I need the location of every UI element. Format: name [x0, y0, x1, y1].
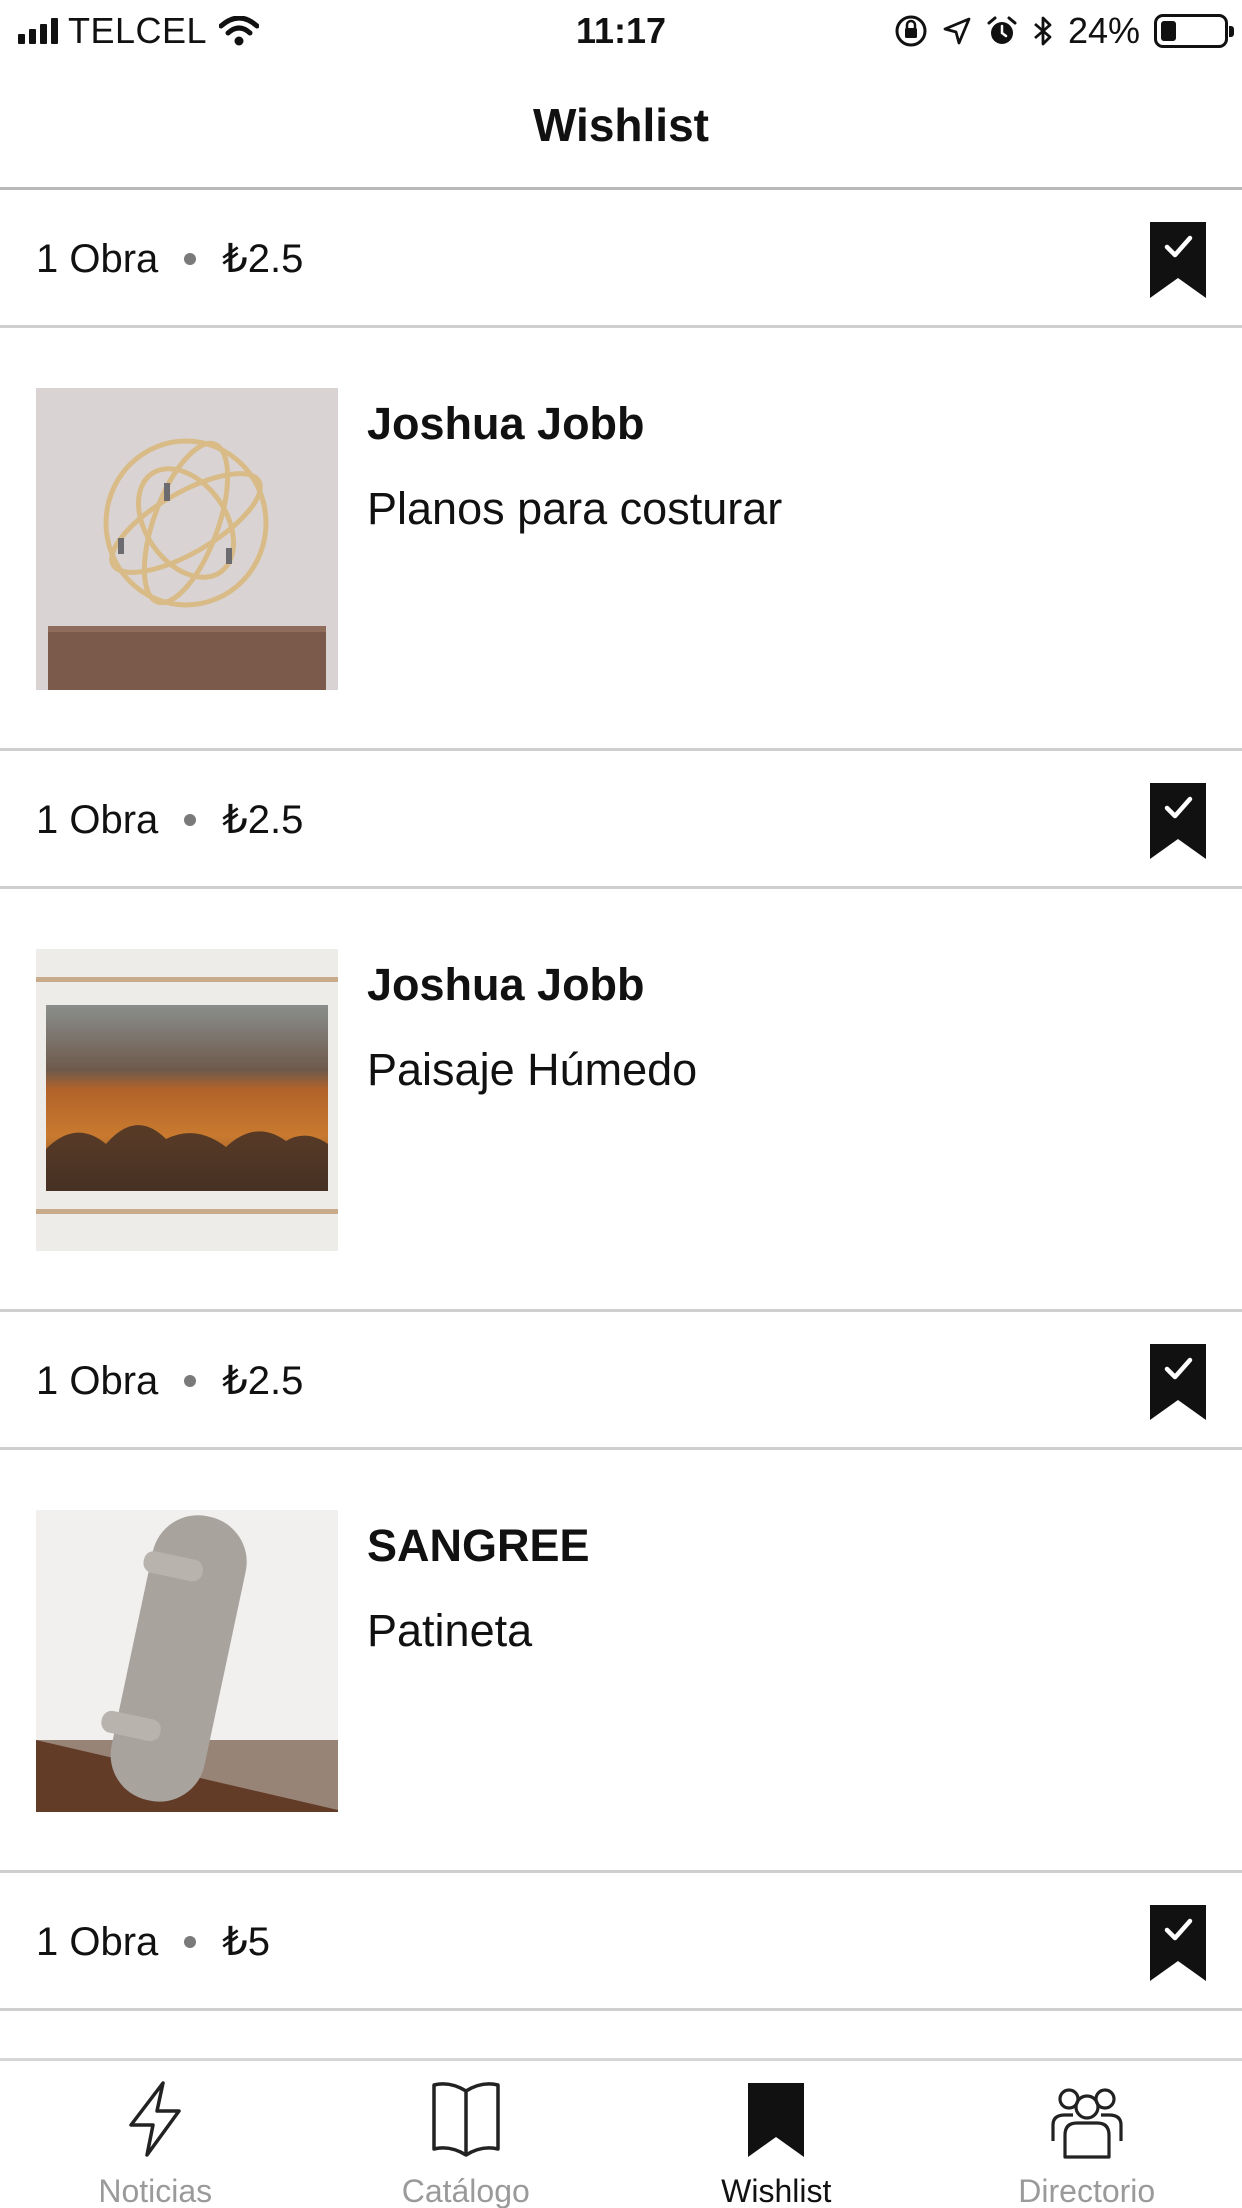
list-item[interactable]: SANGREE Patineta	[0, 1450, 1242, 1873]
bookmark-check-icon[interactable]	[1150, 1905, 1206, 1981]
bookmark-check-icon[interactable]	[1150, 1344, 1206, 1420]
artwork-title: Patineta	[367, 1605, 533, 1656]
bookmark-icon	[748, 2083, 805, 2157]
location-icon	[943, 17, 971, 45]
work-count: 1 Obra	[36, 1358, 159, 1403]
work-count: 1 Obra	[36, 236, 159, 281]
artwork-thumbnail[interactable]	[36, 949, 338, 1251]
battery-level	[1161, 21, 1176, 41]
status-bar: TELCEL 11:17 24%	[0, 0, 1242, 62]
separator-dot	[184, 253, 197, 265]
separator-dot	[184, 1375, 197, 1387]
tab-label: Wishlist	[721, 2173, 832, 2208]
battery-icon	[1154, 14, 1234, 48]
bluetooth-icon	[1034, 16, 1052, 46]
tab-label: Directorio	[1018, 2173, 1156, 2208]
page-title: Wishlist	[533, 99, 709, 151]
price: ₺2.5	[222, 1359, 304, 1403]
tab-directorio[interactable]: Directorio	[932, 2061, 1242, 2208]
tab-noticias[interactable]: Noticias	[0, 2061, 311, 2208]
book-icon	[432, 2082, 500, 2157]
price: ₺2.5	[222, 237, 304, 281]
people-icon	[1051, 2088, 1123, 2159]
tab-bar: Noticias Catálogo Wishlist Directorio	[0, 2058, 1242, 2208]
separator-dot	[184, 814, 197, 826]
artwork-thumbnail[interactable]	[36, 388, 338, 690]
artwork-title: Paisaje Húmedo	[367, 1044, 698, 1095]
battery-percent: 24%	[1067, 10, 1140, 51]
price: ₺5	[222, 1920, 270, 1964]
group-header: 1 Obra ₺2.5	[0, 190, 1242, 328]
artwork-thumbnail[interactable]	[36, 1510, 338, 1812]
bookmark-check-icon[interactable]	[1150, 222, 1206, 298]
work-count: 1 Obra	[36, 1919, 159, 1964]
artist-name: Joshua Jobb	[367, 398, 645, 449]
group-header: 1 Obra ₺2.5	[0, 751, 1242, 889]
bookmark-check-icon[interactable]	[1150, 783, 1206, 859]
wishlist-list: 1 Obra ₺2.5 Joshua Jobb Planos para cost…	[0, 190, 1242, 2011]
artwork-title: Planos para costurar	[367, 483, 783, 534]
tab-label: Noticias	[98, 2173, 213, 2208]
price: ₺2.5	[222, 798, 304, 842]
group-header: 1 Obra ₺2.5	[0, 1312, 1242, 1450]
tab-wishlist[interactable]: Wishlist	[621, 2061, 932, 2208]
separator-dot	[184, 1936, 197, 1948]
list-item[interactable]: Joshua Jobb Paisaje Húmedo	[0, 889, 1242, 1312]
artist-name: Joshua Jobb	[367, 959, 645, 1010]
artist-name: SANGREE	[367, 1520, 590, 1571]
group-header: 1 Obra ₺5	[0, 1873, 1242, 2011]
work-count: 1 Obra	[36, 797, 159, 842]
list-item[interactable]: Joshua Jobb Planos para costurar	[0, 328, 1242, 751]
nav-header: Wishlist	[0, 62, 1242, 190]
orientation-lock-icon	[895, 15, 927, 47]
tab-label: Catálogo	[401, 2173, 530, 2208]
lightning-icon	[129, 2081, 181, 2157]
alarm-icon	[987, 16, 1017, 44]
tab-catalogo[interactable]: Catálogo	[311, 2061, 622, 2208]
